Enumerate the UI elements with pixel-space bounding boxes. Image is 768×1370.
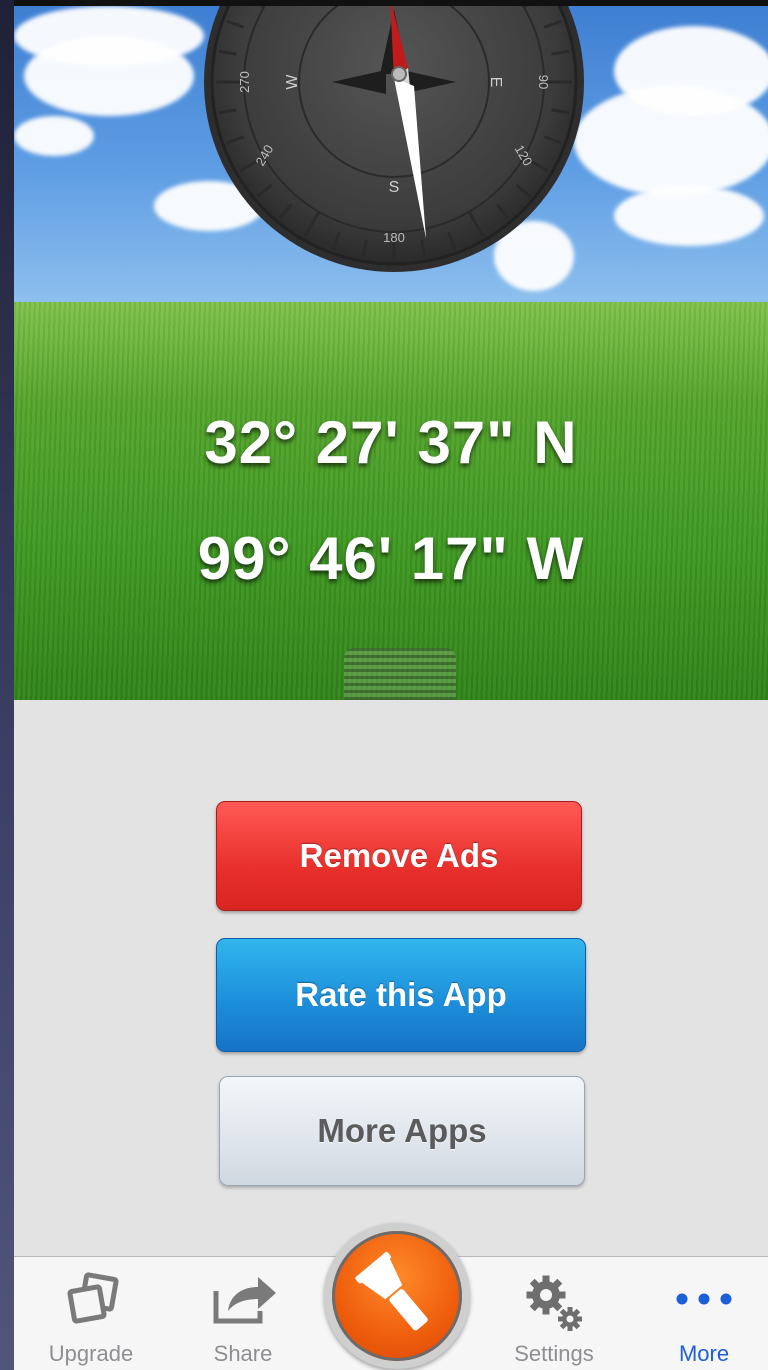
compass-degree-90: 90 bbox=[536, 75, 551, 89]
tab-label: Upgrade bbox=[48, 1341, 134, 1366]
drawer-handle[interactable] bbox=[344, 648, 456, 700]
tab-upgrade[interactable]: Upgrade bbox=[32, 1257, 150, 1370]
tab-settings[interactable]: Settings bbox=[488, 1257, 620, 1370]
app-screen: W E S 270 90 240 120 180 32° 27' 37" N 9… bbox=[14, 6, 768, 1370]
latitude-readout: 32° 27' 37" N bbox=[204, 409, 578, 476]
tab-share[interactable]: Share bbox=[184, 1257, 302, 1370]
tab-label: Settings bbox=[514, 1341, 594, 1366]
gear-icon bbox=[526, 1275, 582, 1331]
more-apps-button[interactable]: More Apps bbox=[219, 1076, 585, 1186]
more-icon bbox=[676, 1293, 732, 1305]
compass-east-label: E bbox=[487, 77, 504, 88]
compass-degree-180: 180 bbox=[383, 230, 405, 245]
share-icon bbox=[213, 1277, 276, 1324]
compass-degree-270: 270 bbox=[237, 71, 252, 93]
flashlight-button-ring bbox=[324, 1223, 470, 1369]
upgrade-icon bbox=[67, 1272, 119, 1324]
tab-label: Share bbox=[213, 1341, 273, 1366]
compass-west-label: W bbox=[284, 74, 301, 90]
flashlight-button[interactable] bbox=[332, 1231, 462, 1361]
remove-ads-button[interactable]: Remove Ads bbox=[216, 801, 582, 911]
compass-scene: W E S 270 90 240 120 180 32° 27' 37" N 9… bbox=[14, 6, 768, 700]
compass-south-label: S bbox=[389, 179, 400, 196]
window-edge bbox=[0, 0, 14, 1370]
compass-dial: W E S 270 90 240 120 180 bbox=[204, 6, 584, 272]
tab-label: More bbox=[678, 1341, 730, 1366]
flashlight-icon bbox=[355, 1251, 428, 1331]
longitude-readout: 99° 46' 17" W bbox=[197, 525, 585, 592]
rate-app-button[interactable]: Rate this App bbox=[216, 938, 586, 1052]
tab-more[interactable]: More bbox=[644, 1257, 764, 1370]
grass-background bbox=[14, 302, 768, 700]
